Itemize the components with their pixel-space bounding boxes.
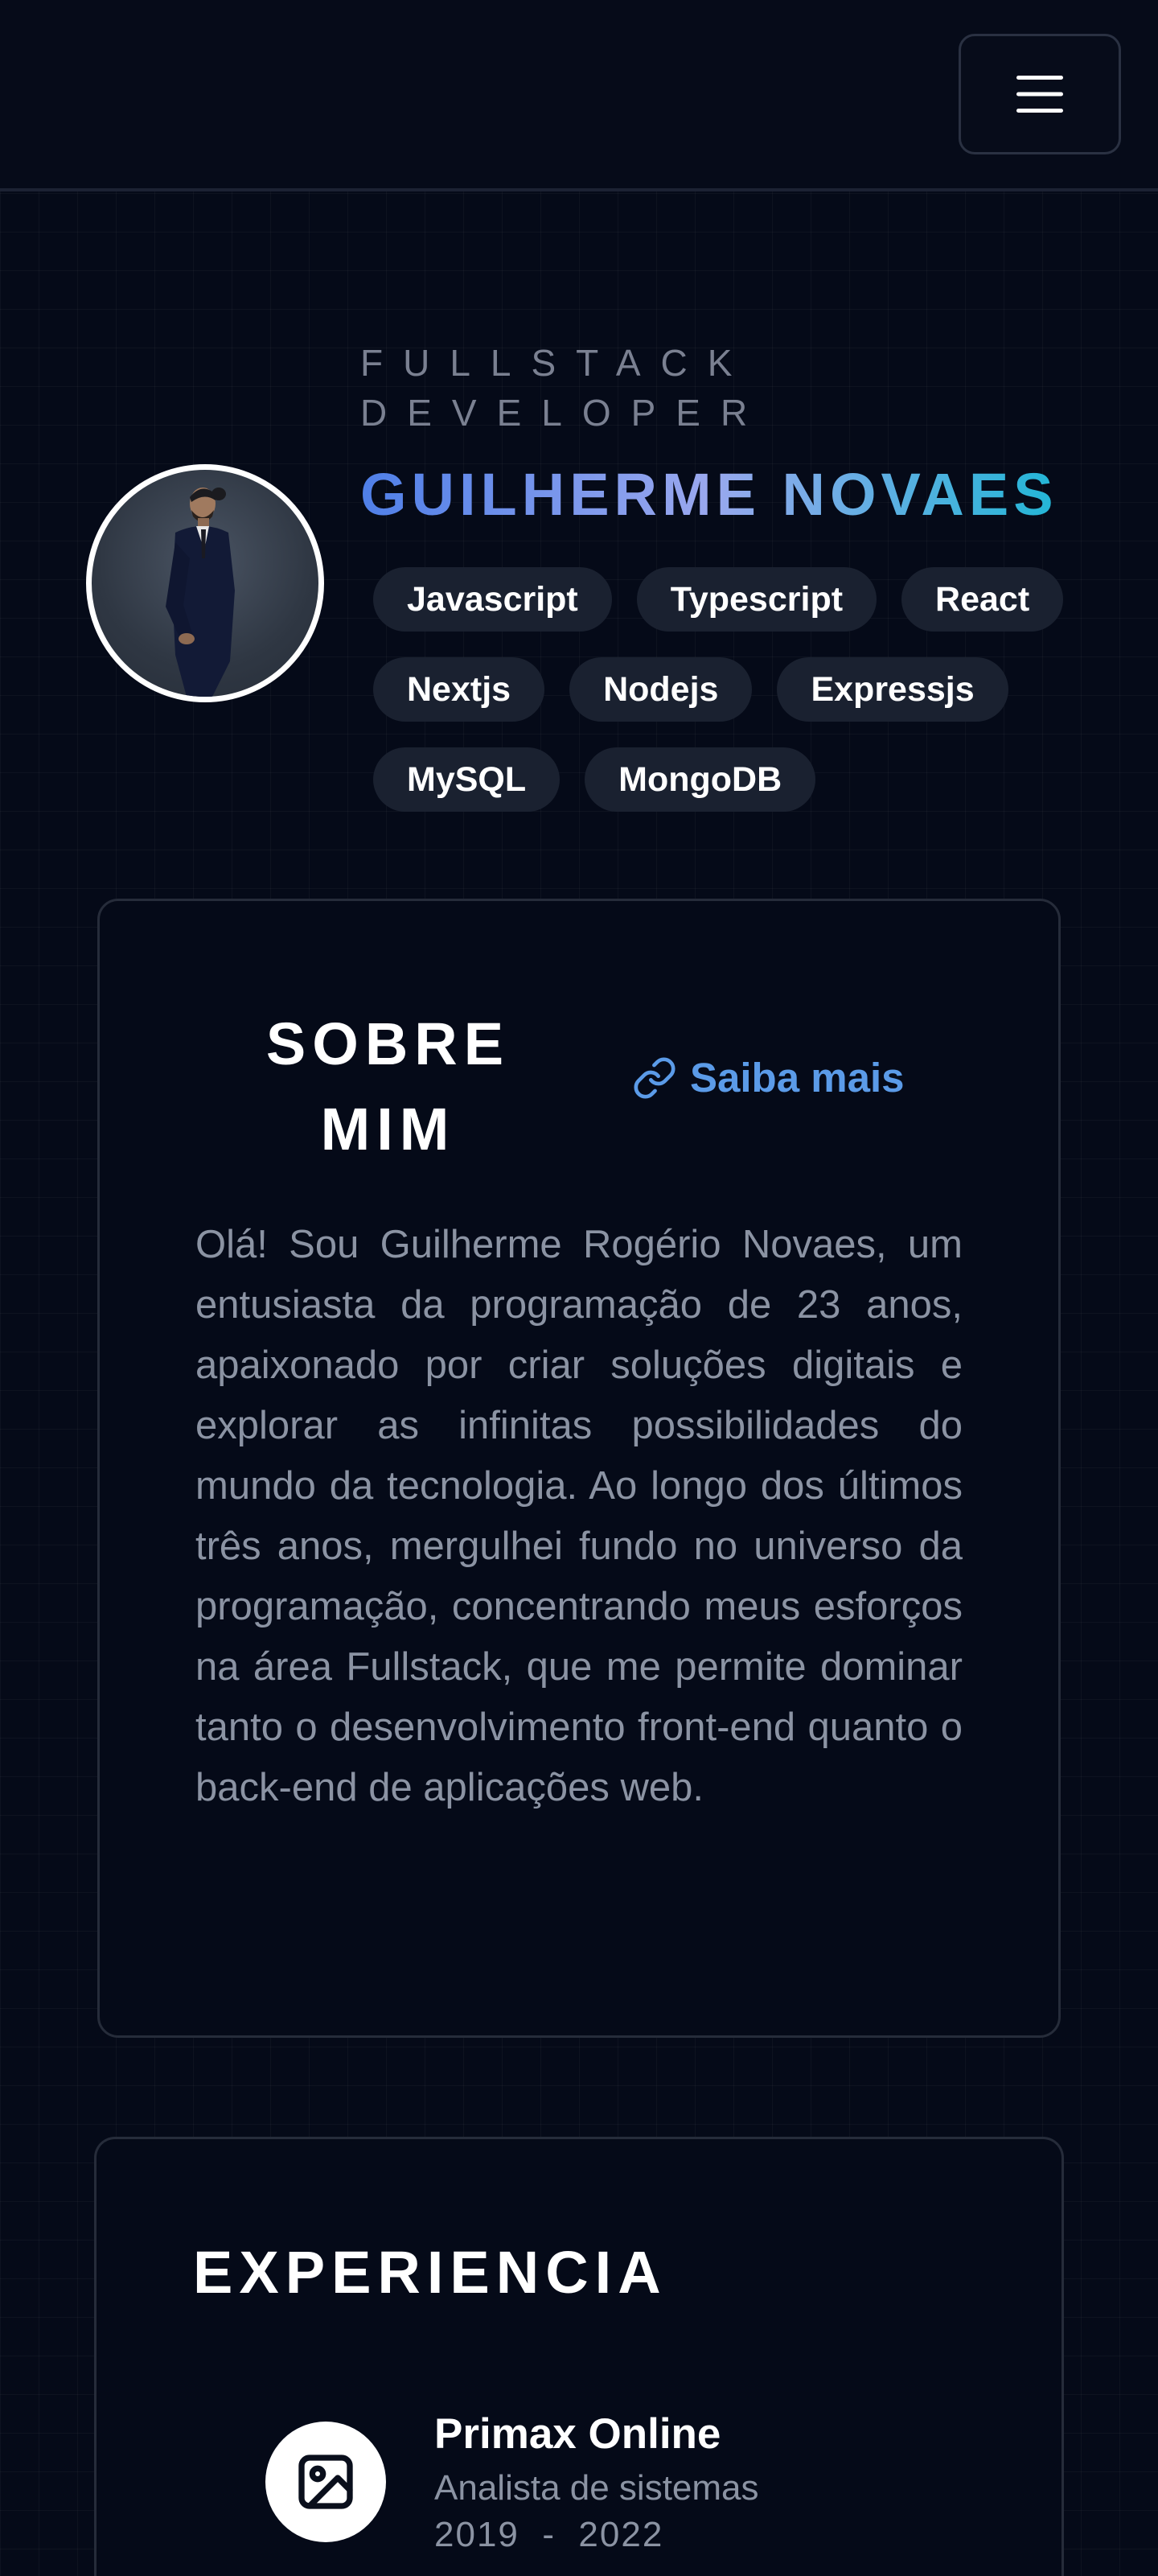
about-title: SOBRE MIM (137, 1002, 639, 1172)
profile-photo (166, 488, 235, 697)
tech-pill-nextjs: Nextjs (373, 657, 545, 722)
link-icon (634, 1057, 676, 1098)
tech-stack-list: Javascript Typescript React Nextjs Nodej… (373, 567, 1113, 812)
tech-pill-nodejs: Nodejs (569, 657, 753, 722)
experience-period: 2019 - 2022 (434, 2515, 664, 2554)
tech-pill-mongodb: MongoDB (585, 747, 816, 812)
tech-pill-mysql: MySQL (373, 747, 561, 812)
experience-company-logo (265, 2422, 386, 2542)
hero-role-line-1: FULLSTACK (360, 342, 753, 384)
about-paragraph: Olá! Sou Guilherme Rogério Novaes, um en… (195, 1223, 963, 1809)
hero-name: GUILHERME NOVAES (360, 461, 1058, 528)
tech-pill-javascript: Javascript (373, 567, 612, 632)
top-navbar (0, 0, 1158, 191)
saiba-mais-link[interactable]: Saiba mais (632, 1054, 904, 1101)
tech-pill-expressjs: Expressjs (777, 657, 1008, 722)
experience-card (94, 2137, 1064, 2576)
saiba-mais-label: Saiba mais (690, 1055, 905, 1101)
experience-title: EXPERIENCIA (193, 2239, 667, 2306)
avatar (86, 464, 324, 702)
hero-role: FULLSTACK DEVELOPER (360, 338, 843, 438)
menu-button[interactable] (959, 34, 1121, 154)
hamburger-menu-icon (1016, 76, 1063, 113)
about-title-line-2: MIM (320, 1096, 456, 1162)
tech-pill-typescript: Typescript (636, 567, 877, 632)
experience-role: Analista de sistemas (434, 2468, 759, 2508)
image-placeholder-icon (298, 2455, 353, 2509)
tech-pill-react: React (901, 567, 1064, 632)
about-title-line-1: SOBRE (265, 1010, 511, 1077)
hero-role-line-2: DEVELOPER (360, 392, 768, 434)
experience-company: Primax Online (434, 2410, 721, 2458)
